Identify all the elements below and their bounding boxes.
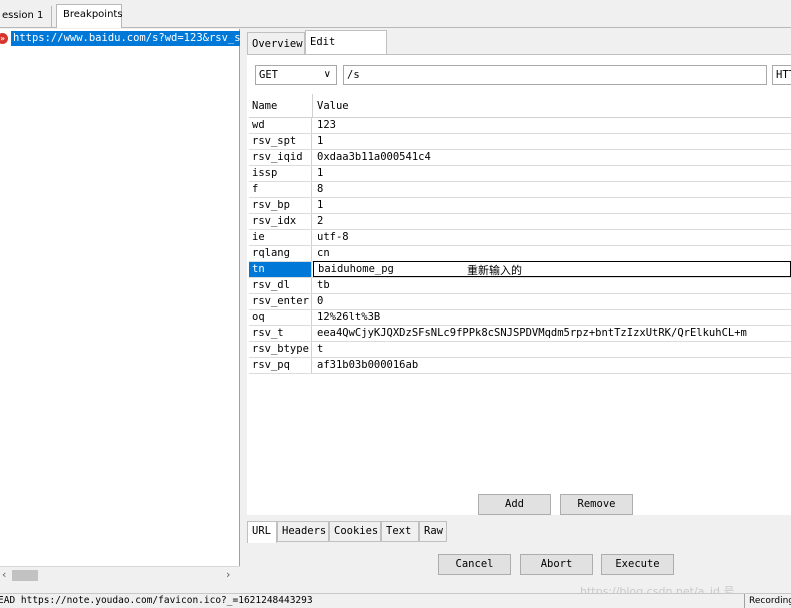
param-name-cell[interactable]: rsv_btype <box>249 342 312 357</box>
horizontal-scrollbar[interactable]: ‹ › <box>0 566 240 584</box>
top-tab-strip: ession 1 * Breakpoints <box>0 0 791 40</box>
table-row[interactable]: rsv_pq af31b03b000016ab <box>249 358 791 374</box>
tab-edit-request[interactable]: Edit Request <box>305 30 387 70</box>
param-value-cell[interactable]: t <box>313 342 791 357</box>
param-name-cell[interactable]: rsv_t <box>249 326 312 341</box>
param-name-cell[interactable]: rqlang <box>249 246 312 261</box>
status-text: EAD https://note.youdao.com/favicon.ico?… <box>0 595 313 606</box>
param-value-cell[interactable]: 1 <box>313 166 791 181</box>
table-row[interactable]: f8 <box>249 182 791 198</box>
param-name-cell[interactable]: ie <box>249 230 312 245</box>
param-name-cell[interactable]: wd <box>249 118 312 133</box>
scroll-right-arrow-icon[interactable]: › <box>226 568 230 581</box>
tab-text[interactable]: Text <box>381 521 419 542</box>
status-bar: EAD https://note.youdao.com/favicon.ico?… <box>0 593 791 608</box>
tab-headers[interactable]: Headers <box>277 521 329 542</box>
add-button[interactable]: Add <box>478 494 551 515</box>
table-row[interactable]: rsv_bp 1 <box>249 198 791 214</box>
breakpoint-list-pane: » https://www.baidu.com/s?wd=123&rsv_spt… <box>0 29 240 584</box>
cancel-button[interactable]: Cancel <box>438 554 511 575</box>
execute-button[interactable]: Execute <box>601 554 674 575</box>
table-row[interactable]: wd 123 <box>249 118 791 134</box>
tab-url[interactable]: URL <box>247 521 277 543</box>
param-name-cell[interactable]: rsv_enter <box>249 294 312 309</box>
grid-header: Name Value <box>249 94 791 118</box>
table-row[interactable]: rsv_enter 0 <box>249 294 791 310</box>
param-value-cell[interactable]: af31b03b000016ab <box>313 358 791 373</box>
method-value: GET <box>259 69 278 81</box>
param-value-cell[interactable]: utf-8 <box>313 230 791 245</box>
table-row[interactable]: tn baiduhome_pg 重新输入的 <box>249 261 791 278</box>
param-name-cell[interactable]: rsv_iqid <box>249 150 312 165</box>
column-header-value[interactable]: Value <box>317 100 349 112</box>
tab-raw[interactable]: Raw <box>419 521 447 542</box>
abort-button[interactable]: Abort <box>520 554 593 575</box>
param-value-cell[interactable]: 123 <box>313 118 791 133</box>
scrollbar-thumb[interactable] <box>12 570 38 581</box>
remove-button[interactable]: Remove <box>560 494 633 515</box>
param-name-cell[interactable]: rsv_bp <box>249 198 312 213</box>
param-name-cell[interactable]: rsv_dl <box>249 278 312 293</box>
table-row[interactable]: rsv_iqid 0xdaa3b11a000541c4 <box>249 150 791 166</box>
edit-request-panel: GET ∨ /s HTTP Name Value wd123rsv_spt1rs… <box>247 54 791 515</box>
table-row[interactable]: rsv_dl tb <box>249 278 791 294</box>
param-value-cell[interactable]: 12%26lt%3B <box>313 310 791 325</box>
scroll-left-arrow-icon[interactable]: ‹ <box>2 568 6 581</box>
edit-note-text: 重新输入的 <box>467 264 522 277</box>
recording-indicator[interactable]: Recording <box>744 594 791 608</box>
param-value-cell[interactable]: 1 <box>313 134 791 149</box>
path-input[interactable]: /s <box>343 65 767 85</box>
table-row[interactable]: rsv_t eea4QwCjyKJQXDzSFsNLc9fPPk8cSNJSPDV… <box>249 326 791 342</box>
table-row[interactable]: rsv_idx 2 <box>249 214 791 230</box>
param-value-cell[interactable]: 0 <box>313 294 791 309</box>
param-name-cell[interactable]: f <box>249 182 312 197</box>
tab-cookies[interactable]: Cookies <box>329 521 381 542</box>
breakpoint-request-row[interactable]: » https://www.baidu.com/s?wd=123&rsv_spt <box>0 31 240 46</box>
param-value-cell[interactable]: cn <box>313 246 791 261</box>
param-value-cell[interactable]: 1 <box>313 198 791 213</box>
tab-overview[interactable]: Overview <box>247 32 305 54</box>
param-value-cell[interactable]: 2 <box>313 214 791 229</box>
table-row[interactable]: rqlang cn <box>249 246 791 262</box>
param-name-cell[interactable]: rsv_idx <box>249 214 312 229</box>
param-name-cell[interactable]: rsv_spt <box>249 134 312 149</box>
table-row[interactable]: issp 1 <box>249 166 791 182</box>
table-row[interactable]: rsv_spt 1 <box>249 134 791 150</box>
param-value-cell[interactable]: 0xdaa3b11a000541c4 <box>313 150 791 165</box>
tab-breakpoints[interactable]: Breakpoints <box>56 4 123 28</box>
param-name-cell[interactable]: issp <box>249 166 312 181</box>
param-value-cell[interactable]: baiduhome_pg <box>313 261 791 277</box>
method-select[interactable]: GET ∨ <box>255 65 337 85</box>
column-header-name[interactable]: Name <box>252 100 277 112</box>
param-value-cell[interactable]: 8 <box>313 182 791 197</box>
column-separator <box>312 94 313 117</box>
request-url[interactable]: https://www.baidu.com/s?wd=123&rsv_spt <box>11 31 240 46</box>
table-row[interactable]: rsv_btype t <box>249 342 791 358</box>
table-row[interactable]: ie utf-8 <box>249 230 791 246</box>
param-name-cell[interactable]: rsv_pq <box>249 358 312 373</box>
protocol-input[interactable]: HTTP <box>772 65 791 85</box>
chevron-down-icon[interactable]: ∨ <box>324 66 331 84</box>
param-name-cell[interactable]: tn <box>249 262 312 277</box>
table-row[interactable]: oq 12%26lt%3B <box>249 310 791 326</box>
breakpoint-icon: » <box>0 33 8 44</box>
param-name-cell[interactable]: oq <box>249 310 312 325</box>
param-value-cell[interactable]: eea4QwCjyKJQXDzSFsNLc9fPPk8cSNJSPDVMqdm5… <box>313 326 791 341</box>
param-value-cell[interactable]: tb <box>313 278 791 293</box>
tab-session[interactable]: ession 1 * <box>0 6 52 40</box>
